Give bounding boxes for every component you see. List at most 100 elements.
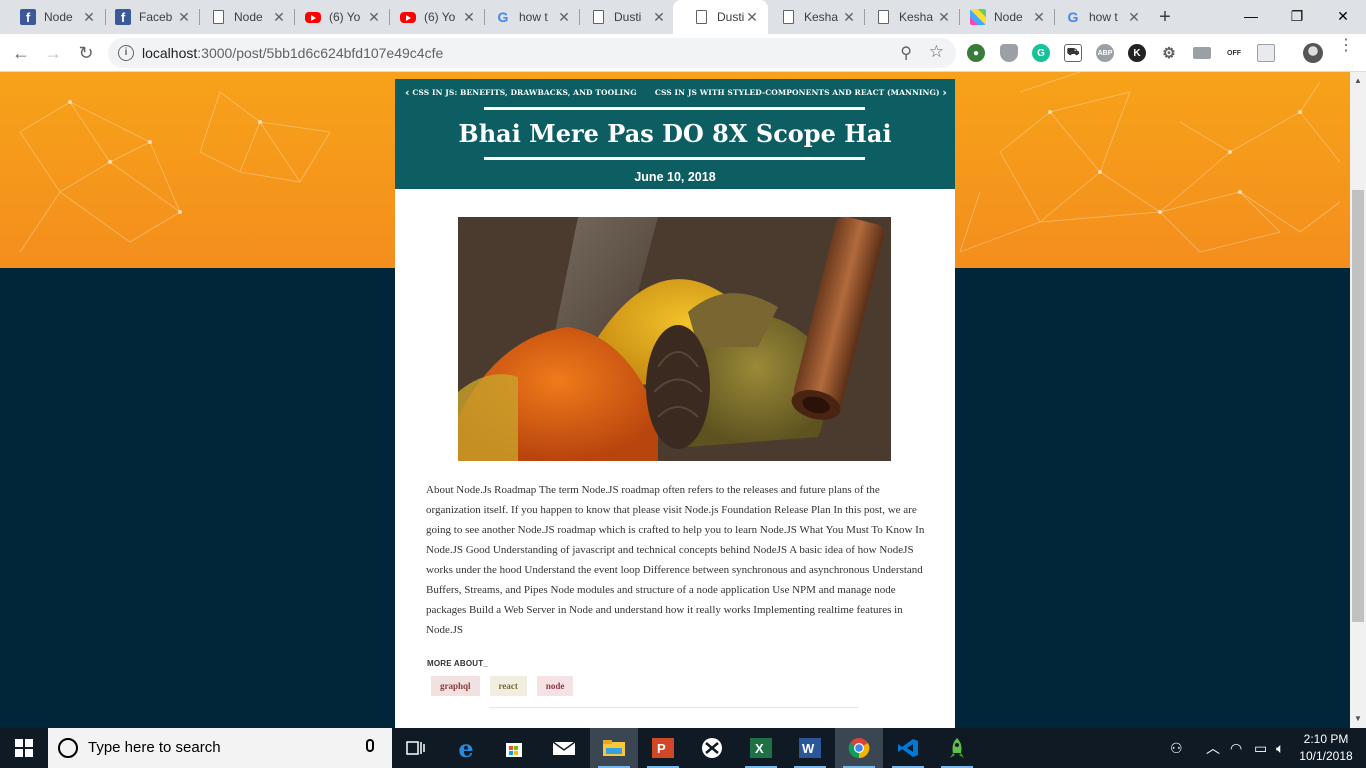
next-post-link[interactable]: CSS IN JS WITH STYLED-COMPONENTS AND REA…	[655, 86, 947, 99]
k-extension-icon[interactable]: K	[1128, 44, 1146, 62]
tag-react[interactable]: react	[489, 676, 527, 696]
browser-tab[interactable]: Kesha ✕	[760, 0, 865, 34]
page-extension-icon[interactable]	[1257, 44, 1275, 62]
scroll-down-icon[interactable]: ▼	[1354, 714, 1362, 723]
gear-extension-icon[interactable]: ⚙	[1160, 44, 1178, 62]
close-window-button[interactable]: ✕	[1320, 0, 1366, 32]
document-icon	[590, 9, 606, 25]
microphone-icon[interactable]	[366, 739, 374, 752]
google-icon: G	[1067, 9, 1079, 25]
adblock-extension-icon[interactable]: ABP	[1096, 44, 1114, 62]
url-host: localhost	[142, 45, 198, 61]
scrollbar-thumb[interactable]	[1352, 190, 1364, 622]
tag-graphql[interactable]: graphql	[431, 676, 480, 696]
title-rule-top	[484, 107, 865, 110]
browser-tab[interactable]: G how t ✕	[1045, 0, 1150, 34]
globe-extension-icon[interactable]: ●	[967, 44, 985, 62]
store-icon[interactable]	[490, 728, 538, 768]
edge-icon[interactable]: e	[442, 728, 490, 768]
off-extension-icon[interactable]: OFF	[1225, 44, 1243, 62]
browser-tab-strip: f Node ✕ f Faceb ✕ Node ✕ (6) Yo ✕ (6) Y…	[0, 0, 1366, 34]
browser-tab[interactable]: (6) Yo ✕	[285, 0, 390, 34]
browser-tab-active[interactable]: Dusti ✕	[673, 0, 768, 34]
vscode-icon[interactable]	[884, 728, 932, 768]
post-header: ‹ CSS IN JS: BENEFITS, DRAWBACKS, AND TO…	[395, 79, 955, 189]
shield-extension-icon[interactable]	[1000, 44, 1018, 62]
browser-tab[interactable]: f Node ✕	[0, 0, 105, 34]
svg-text:X: X	[755, 741, 764, 756]
volume-icon[interactable]: 🔈︎	[1276, 728, 1284, 768]
youtube-icon	[305, 9, 321, 25]
xbox-icon[interactable]	[688, 728, 736, 768]
windows-logo-icon	[15, 739, 33, 757]
grammarly-extension-icon[interactable]: G	[1032, 44, 1050, 62]
youtube-icon	[400, 9, 416, 25]
restore-button[interactable]: ❐	[1274, 0, 1320, 32]
document-icon	[875, 9, 891, 25]
url-text[interactable]: localhost:3000/post/5bb1d6c624bfd107e49c…	[142, 45, 443, 61]
minimize-button[interactable]: —	[1228, 0, 1274, 32]
page-viewport: ‹ CSS IN JS: BENEFITS, DRAWBACKS, AND TO…	[0, 72, 1350, 728]
browser-tab[interactable]: f Faceb ✕	[95, 0, 200, 34]
system-clock[interactable]: 2:10 PM 10/1/2018	[1298, 731, 1354, 765]
people-icon[interactable]: ⚇	[1170, 728, 1183, 768]
tab-title: Node	[994, 10, 1023, 24]
tag-list: graphql react node	[431, 676, 574, 696]
zoom-icon[interactable]: ⚲	[900, 43, 912, 63]
divider	[489, 707, 859, 708]
post-card: ‹ CSS IN JS: BENEFITS, DRAWBACKS, AND TO…	[395, 79, 955, 728]
chrome-icon[interactable]	[835, 728, 883, 768]
browser-tab[interactable]: Dusti ✕	[570, 0, 675, 34]
url-path: :3000/post/5bb1d6c624bfd107e49c4cfe	[197, 45, 444, 61]
card-extension-icon[interactable]	[1193, 47, 1211, 59]
address-bar[interactable]: i localhost:3000/post/5bb1d6c624bfd107e4…	[108, 38, 956, 68]
forward-button[interactable]: →	[40, 40, 66, 66]
word-icon[interactable]: W	[786, 728, 834, 768]
google-icon: G	[497, 9, 509, 25]
scroll-up-icon[interactable]: ▲	[1354, 76, 1362, 85]
tab-title: Node	[234, 10, 263, 24]
tag-node[interactable]: node	[536, 676, 574, 696]
back-button[interactable]: ←	[8, 40, 34, 66]
reload-button[interactable]: ↻	[73, 40, 99, 66]
site-info-icon[interactable]: i	[118, 45, 134, 61]
browser-tab[interactable]: Kesha ✕	[855, 0, 960, 34]
profile-avatar[interactable]	[1303, 43, 1323, 63]
tab-title: Dusti	[614, 10, 642, 24]
powerpoint-icon[interactable]: P	[639, 728, 687, 768]
clock-time: 2:10 PM	[1303, 732, 1349, 746]
page-scrollbar[interactable]: ▲ ▼	[1350, 72, 1366, 728]
battery-icon[interactable]: ▭	[1254, 728, 1267, 768]
close-tab-icon[interactable]: ✕	[1126, 9, 1142, 25]
close-tab-icon[interactable]: ✕	[744, 9, 760, 25]
excel-icon[interactable]: X	[737, 728, 785, 768]
start-button[interactable]	[0, 728, 48, 768]
browser-menu-icon[interactable]: ⋮	[1338, 38, 1354, 54]
rocket-app-icon[interactable]	[933, 728, 981, 768]
svg-text:W: W	[802, 741, 815, 756]
car-extension-icon[interactable]: ⛟	[1064, 44, 1082, 62]
wifi-icon[interactable]: ◠	[1230, 728, 1242, 768]
browser-tab[interactable]: Node ✕	[190, 0, 295, 34]
chevron-right-icon: ›	[942, 86, 947, 99]
clock-date: 10/1/2018	[1299, 749, 1353, 763]
previous-post-link[interactable]: ‹ CSS IN JS: BENEFITS, DRAWBACKS, AND TO…	[405, 86, 637, 99]
tab-title: how t	[1089, 10, 1118, 24]
browser-tab[interactable]: G how t ✕	[475, 0, 580, 34]
tab-title: Faceb	[139, 10, 173, 24]
tab-title: Kesha	[899, 10, 934, 24]
post-featured-image	[458, 217, 891, 461]
file-explorer-icon[interactable]	[590, 728, 638, 768]
task-view-icon[interactable]	[392, 728, 440, 768]
close-tab-icon[interactable]: ✕	[651, 9, 667, 25]
mosaic-icon	[970, 9, 986, 25]
browser-tab[interactable]: Node ✕	[950, 0, 1055, 34]
show-hidden-icons-icon[interactable]: ︿	[1206, 728, 1220, 768]
mail-icon[interactable]	[540, 728, 588, 768]
taskbar-search[interactable]: Type here to search	[48, 728, 392, 768]
next-post-label: CSS IN JS WITH STYLED-COMPONENTS AND REA…	[654, 88, 940, 97]
new-tab-button[interactable]: +	[1155, 5, 1175, 29]
bookmark-star-icon[interactable]: ☆	[929, 42, 944, 62]
browser-tab[interactable]: (6) Yo ✕	[380, 0, 485, 34]
search-placeholder: Type here to search	[88, 739, 221, 756]
